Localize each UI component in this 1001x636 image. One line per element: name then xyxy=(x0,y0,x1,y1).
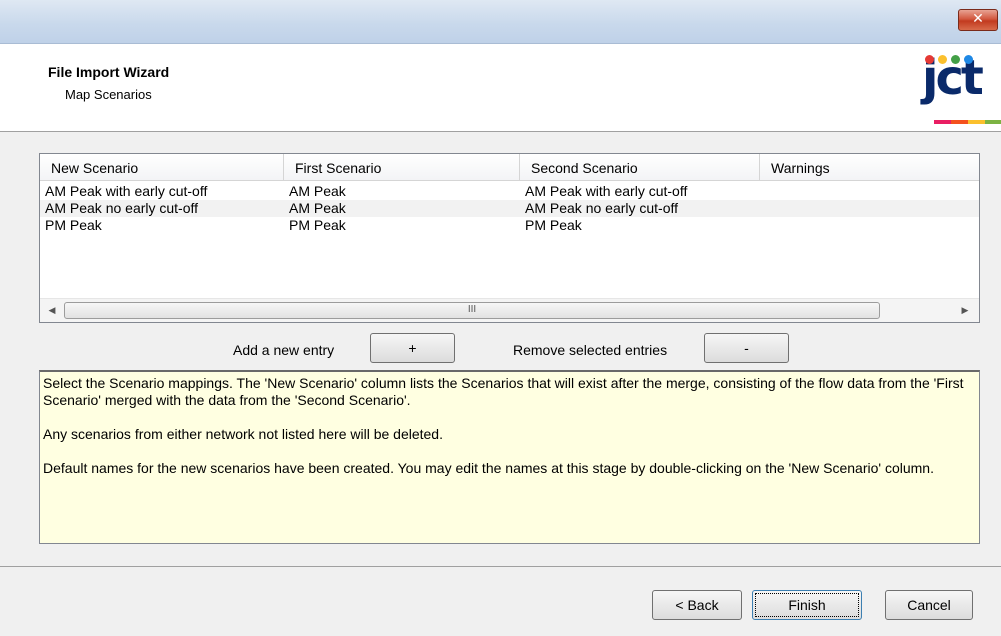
add-entry-button[interactable]: + xyxy=(370,333,455,363)
cell-first-scenario[interactable]: PM Peak xyxy=(284,217,520,234)
footer-divider xyxy=(0,566,1001,567)
cell-second-scenario[interactable]: AM Peak no early cut-off xyxy=(520,200,760,217)
logo-bar-segment xyxy=(968,120,985,124)
scroll-thumb[interactable]: III xyxy=(64,302,880,319)
logo-dot xyxy=(925,55,934,64)
import-wizard-window: ✕ File Import Wizard Map Scenarios jct N… xyxy=(0,0,1001,636)
cell-new-scenario[interactable]: PM Peak xyxy=(40,217,284,234)
help-paragraph: Default names for the new scenarios have… xyxy=(43,460,934,476)
scroll-left-icon[interactable]: ◀ xyxy=(44,303,60,319)
logo-bar-segment xyxy=(934,120,951,124)
column-header-warnings[interactable]: Warnings xyxy=(760,154,979,181)
logo-dots xyxy=(925,51,977,64)
cell-first-scenario[interactable]: AM Peak xyxy=(284,200,520,217)
cell-warnings[interactable] xyxy=(760,200,979,217)
help-paragraph: Any scenarios from either network not li… xyxy=(43,426,443,442)
scroll-right-icon[interactable]: ▶ xyxy=(957,303,973,319)
horizontal-scrollbar[interactable]: ◀ III ▶ xyxy=(40,298,979,322)
column-header-first-scenario[interactable]: First Scenario xyxy=(284,154,520,181)
close-button[interactable]: ✕ xyxy=(958,9,998,31)
remove-entries-label: Remove selected entries xyxy=(513,342,668,358)
title-bar: ✕ xyxy=(0,0,1001,44)
cancel-button[interactable]: Cancel xyxy=(885,590,973,620)
logo-dot xyxy=(951,55,960,64)
grid-header: New Scenario First Scenario Second Scena… xyxy=(40,154,979,181)
cell-warnings[interactable] xyxy=(760,183,979,200)
cell-second-scenario[interactable]: AM Peak with early cut-off xyxy=(520,183,760,200)
table-row[interactable]: AM Peak with early cut-off AM Peak AM Pe… xyxy=(40,183,979,200)
cell-new-scenario[interactable]: AM Peak no early cut-off xyxy=(40,200,284,217)
logo-bar-segment xyxy=(985,120,1001,124)
grid-rows: AM Peak with early cut-off AM Peak AM Pe… xyxy=(40,183,979,234)
add-entry-label: Add a new entry xyxy=(233,342,335,358)
remove-entries-button[interactable]: - xyxy=(704,333,789,363)
wizard-title: File Import Wizard xyxy=(48,64,170,80)
help-text-box: Select the Scenario mappings. The 'New S… xyxy=(39,370,980,544)
help-paragraph: Select the Scenario mappings. The 'New S… xyxy=(43,375,964,408)
column-header-new-scenario[interactable]: New Scenario xyxy=(40,154,284,181)
back-button[interactable]: < Back xyxy=(652,590,742,620)
wizard-header: File Import Wizard Map Scenarios jct xyxy=(0,44,1001,132)
jct-logo: jct xyxy=(922,48,1001,128)
cell-second-scenario[interactable]: PM Peak xyxy=(520,217,760,234)
table-row[interactable]: AM Peak no early cut-off AM Peak AM Peak… xyxy=(40,200,979,217)
wizard-subtitle: Map Scenarios xyxy=(65,87,152,102)
logo-color-bar xyxy=(934,120,1001,124)
cell-new-scenario[interactable]: AM Peak with early cut-off xyxy=(40,183,284,200)
finish-button[interactable]: Finish xyxy=(752,590,862,620)
cell-warnings[interactable] xyxy=(760,217,979,234)
logo-dot xyxy=(964,55,973,64)
table-row[interactable]: PM Peak PM Peak PM Peak xyxy=(40,217,979,234)
logo-bar-segment xyxy=(951,120,968,124)
column-header-second-scenario[interactable]: Second Scenario xyxy=(520,154,760,181)
scenario-mapping-grid[interactable]: New Scenario First Scenario Second Scena… xyxy=(39,153,980,323)
logo-dot xyxy=(938,55,947,64)
cell-first-scenario[interactable]: AM Peak xyxy=(284,183,520,200)
